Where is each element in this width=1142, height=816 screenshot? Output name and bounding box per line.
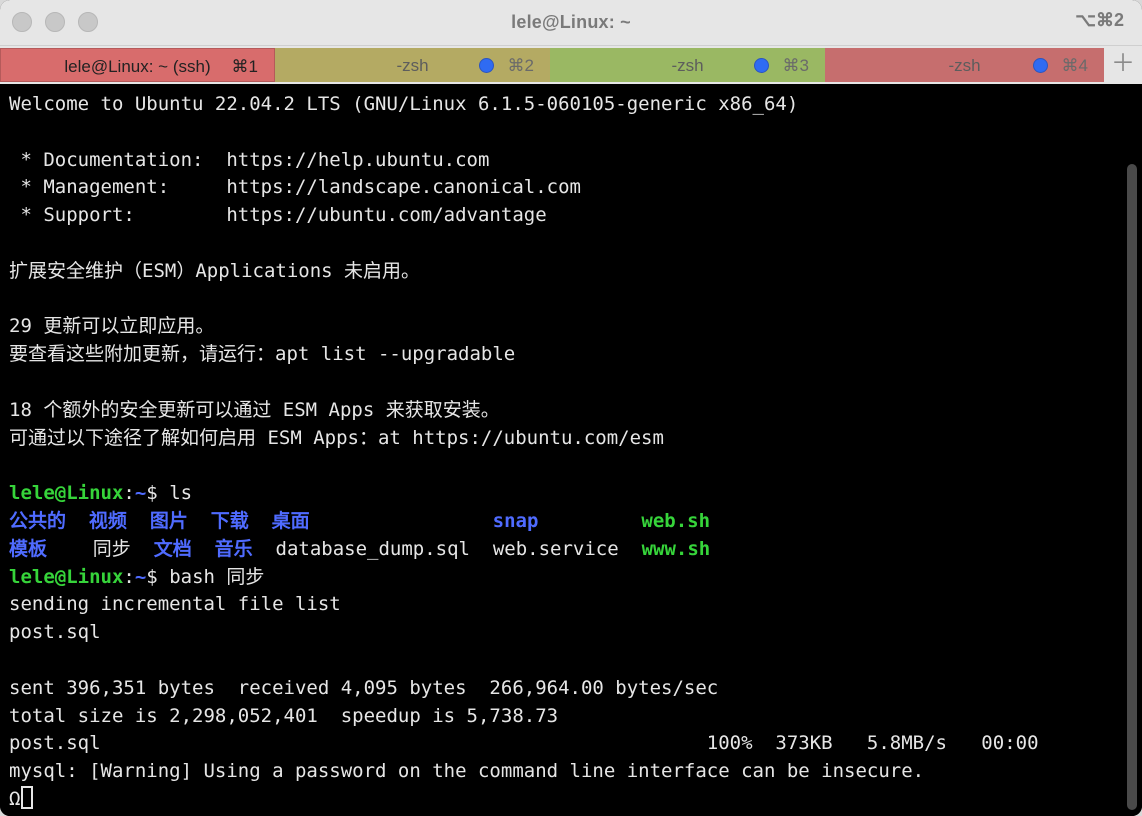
terminal-line-text: mysql: [Warning] Using a password on the…	[9, 760, 925, 783]
terminal-line: lele@Linux:~$ ls	[9, 480, 1039, 508]
terminal-line-text: * Support: https://ubuntu.com/advantage	[9, 204, 547, 227]
prompt-symbol: $	[146, 482, 158, 505]
ls-entry: 公共的	[9, 509, 67, 532]
ls-entry: www.sh	[641, 537, 711, 560]
ls-entry: snap	[492, 509, 539, 532]
title-bar: lele@Linux: ~ ⌥⌘2	[0, 0, 1142, 46]
prompt-path: ~	[134, 565, 147, 588]
ls-spacing	[619, 538, 642, 560]
prompt-separator: :	[123, 482, 135, 505]
terminal-line-text: total size is 2,298,052,401 speedup is 5…	[9, 704, 559, 727]
prompt-path: ~	[134, 482, 147, 505]
prompt-user: lele@Linux	[9, 482, 124, 505]
terminal-line: 可通过以下途径了解如何启用 ESM Apps：at https://ubuntu…	[9, 425, 1039, 453]
terminal-line: 公共的 视频 图片 下载 桌面 snap web.sh	[9, 508, 1039, 536]
window-title: lele@Linux: ~	[511, 12, 631, 32]
terminal-line-text: 可通过以下途径了解如何启用 ESM Apps：at https://ubuntu…	[9, 426, 664, 449]
prompt-separator: :	[123, 565, 135, 588]
new-tab-button[interactable]: ＋	[1104, 48, 1142, 82]
terminal-line-text: 18 个额外的安全更新可以通过 ESM Apps 来获取安装。	[9, 398, 500, 421]
text-cursor	[21, 785, 34, 809]
ls-spacing	[131, 538, 154, 560]
ls-entry: 文档	[153, 537, 192, 560]
ls-entry: web.sh	[641, 509, 711, 532]
ls-entry: 模板	[9, 537, 48, 560]
terminal-line: sending incremental file list	[9, 591, 1039, 619]
ls-spacing	[192, 538, 215, 560]
terminal-line: Welcome to Ubuntu 22.04.2 LTS (GNU/Linux…	[9, 91, 1039, 119]
terminal-line-text: * Documentation: https://help.ubuntu.com	[9, 148, 490, 171]
terminal-line: 29 更新可以立即应用。	[9, 313, 1039, 341]
activity-dot-icon	[754, 58, 769, 73]
terminal-line: * Management: https://landscape.canonica…	[9, 174, 1039, 202]
terminal-line: post.sql 100% 373KB 5.8MB/s 00:00	[9, 730, 1039, 758]
scrollbar-thumb[interactable]	[1127, 164, 1137, 810]
tab-ssh[interactable]: lele@Linux: ~ (ssh) ⌘1	[0, 48, 275, 82]
terminal-line-text: post.sql	[9, 621, 101, 644]
terminal-line: 18 个额外的安全更新可以通过 ESM Apps 来获取安装。	[9, 397, 1039, 425]
ls-spacing	[66, 510, 89, 532]
ls-spacing	[249, 510, 272, 532]
ls-entry: 同步	[92, 537, 131, 560]
terminal-line: sent 396,351 bytes received 4,095 bytes …	[9, 675, 1039, 703]
activity-dot-icon	[479, 58, 494, 73]
terminal-line: mysql: [Warning] Using a password on the…	[9, 758, 1039, 786]
ls-entry: 图片	[149, 509, 188, 532]
terminal-line-text: 29 更新可以立即应用。	[9, 315, 215, 338]
ls-spacing	[310, 510, 493, 532]
tab-bar: lele@Linux: ~ (ssh) ⌘1 -zsh ⌘2 -zsh ⌘3 -…	[0, 46, 1142, 84]
ls-entry: database_dump.sql	[275, 537, 470, 560]
terminal-line-text: sent 396,351 bytes received 4,095 bytes …	[9, 676, 719, 699]
terminal-line-text: 扩展安全维护（ESM）Applications 未启用。	[9, 259, 421, 282]
terminal-line: 扩展安全维护（ESM）Applications 未启用。	[9, 258, 1039, 286]
tab-shortcut: ⌘4	[1061, 56, 1088, 75]
terminal-line: 模板 同步 文档 音乐 database_dump.sql web.servic…	[9, 536, 1039, 564]
terminal-line-text: Welcome to Ubuntu 22.04.2 LTS (GNU/Linux…	[9, 93, 799, 115]
terminal-line: * Support: https://ubuntu.com/advantage	[9, 202, 1039, 230]
terminal-line: post.sql	[9, 619, 1039, 647]
tab-zsh-2[interactable]: -zsh ⌘2	[275, 48, 550, 82]
terminal-line-text: sending incremental file list	[9, 593, 341, 616]
terminal-line-text: post.sql 100% 373KB 5.8MB/s 00:00	[9, 732, 1039, 755]
prompt-symbol: $	[146, 565, 158, 588]
terminal-text: Welcome to Ubuntu 22.04.2 LTS (GNU/Linux…	[9, 91, 1039, 814]
prompt-user: lele@Linux	[9, 565, 124, 588]
tab-shortcut: ⌘3	[782, 56, 809, 75]
prompt-command: bash 同步	[157, 565, 265, 588]
terminal-window: lele@Linux: ~ ⌥⌘2 lele@Linux: ~ (ssh) ⌘1…	[0, 0, 1142, 816]
terminal-line: lele@Linux:~$ bash 同步	[9, 564, 1039, 592]
ls-entry: 音乐	[214, 537, 253, 560]
tab-shortcut: ⌘2	[507, 56, 534, 75]
ls-entry: 视频	[88, 509, 127, 532]
ls-spacing	[127, 510, 150, 532]
activity-dot-icon	[1033, 58, 1048, 73]
terminal-output[interactable]: Welcome to Ubuntu 22.04.2 LTS (GNU/Linux…	[0, 84, 1142, 816]
terminal-line-text: * Management: https://landscape.canonica…	[9, 176, 581, 199]
ls-entry: 桌面	[271, 509, 310, 532]
terminal-line-text: 要查看这些附加更新，请运行：apt list --upgradable	[9, 343, 516, 366]
tab-shortcut: ⌘1	[231, 57, 258, 76]
ls-spacing	[470, 538, 493, 560]
ls-spacing	[538, 510, 641, 532]
ls-entry: 下载	[210, 509, 249, 532]
ls-spacing	[47, 538, 93, 560]
terminal-line: 要查看这些附加更新，请运行：apt list --upgradable	[9, 341, 1039, 369]
ls-spacing	[253, 538, 276, 560]
terminal-line: Ω	[9, 785, 1039, 814]
window-shortcut: ⌥⌘2	[1075, 10, 1124, 30]
prompt-command: ls	[157, 482, 193, 505]
ls-entry: web.service	[492, 537, 619, 560]
prompt-glyph: Ω	[9, 787, 21, 810]
terminal-line: total size is 2,298,052,401 speedup is 5…	[9, 703, 1039, 731]
ls-spacing	[188, 510, 211, 532]
tab-zsh-3[interactable]: -zsh ⌘3	[550, 48, 825, 82]
tab-zsh-4[interactable]: -zsh ⌘4	[825, 48, 1104, 82]
terminal-line: * Documentation: https://help.ubuntu.com	[9, 147, 1039, 175]
